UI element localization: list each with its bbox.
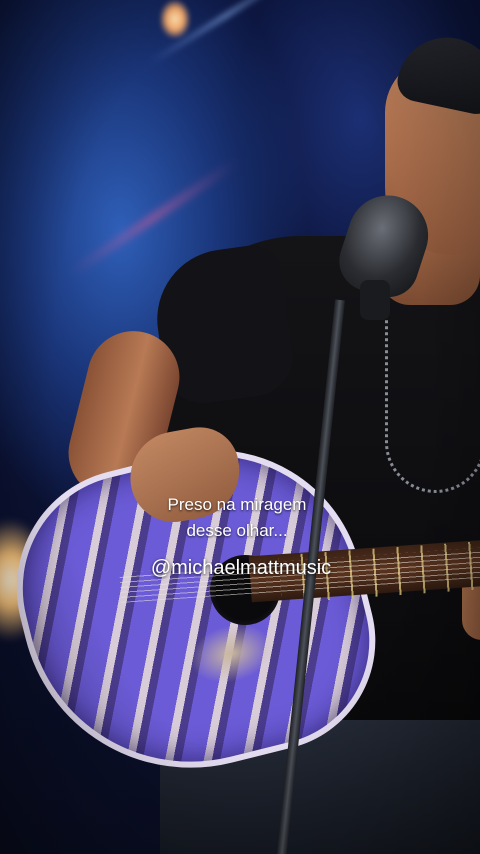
lyric-line-1: Preso na miragem bbox=[167, 495, 307, 514]
video-frame[interactable]: Preso na miragem desse olhar... @michael… bbox=[0, 0, 480, 854]
lyric-caption: Preso na miragem desse olhar... bbox=[0, 492, 474, 544]
artist-handle[interactable]: @michaelmattmusic bbox=[0, 554, 480, 582]
mic-clip bbox=[360, 280, 390, 320]
stage-light bbox=[160, 0, 190, 38]
performer-chain bbox=[385, 300, 480, 493]
lyric-line-2: desse olhar... bbox=[186, 521, 288, 540]
